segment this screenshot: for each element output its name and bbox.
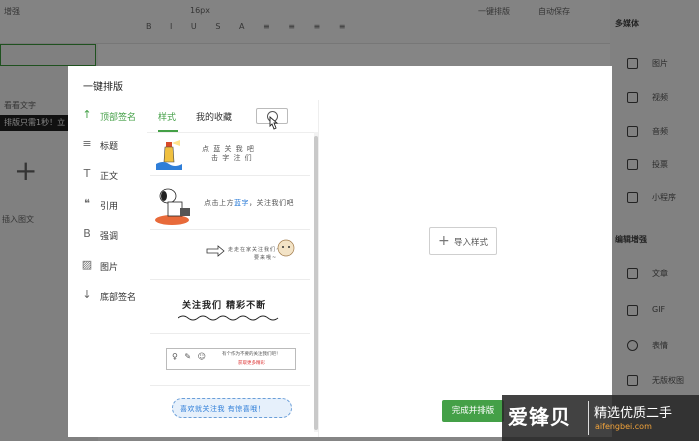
text-icon: T <box>83 167 91 180</box>
wave-decoration-icon <box>178 315 279 321</box>
one-click-layout-dialog: 一键排版 ↑ 顶部签名 ≡ 标题 T 正文 ❝ 引用 B 强调 ▨ 图片 ↓ 底… <box>68 66 612 437</box>
arrow-up-icon: ↑ <box>82 108 92 121</box>
column-divider <box>318 100 319 437</box>
category-body-text[interactable]: T 正文 <box>80 167 150 183</box>
template-text: 击 字 注 们 <box>211 154 253 162</box>
category-emphasis[interactable]: B 强调 <box>80 227 150 243</box>
cartoon-dog-icon <box>277 239 295 257</box>
template-text: 点击上方蓝字，关注我们吧 <box>204 199 294 207</box>
template-item[interactable]: 关注我们 精彩不断 <box>150 282 310 334</box>
template-text: 走走在家关注我们~ <box>228 247 282 253</box>
bold-icon: B <box>83 227 91 240</box>
watermark-url: aifengbei.com <box>595 422 652 431</box>
image-icon: ▨ <box>81 258 93 271</box>
category-title[interactable]: ≡ 标题 <box>80 137 150 153</box>
template-item[interactable]: 点 蓝 关 我 吧 击 字 注 们 <box>150 134 310 176</box>
category-image[interactable]: ▨ 图片 <box>80 258 150 274</box>
import-style-button[interactable]: + 导入样式 <box>429 227 497 255</box>
template-text: 有个作为不要的关注我们吧！ <box>222 352 281 357</box>
finish-and-layout-button[interactable]: 完成并排版 <box>442 400 504 422</box>
dialog-title: 一键排版 <box>83 82 123 93</box>
category-label: 标题 <box>100 142 119 152</box>
template-item[interactable]: 喜欢就关注我 有惊喜哦！ <box>150 388 310 428</box>
pointing-hand-icon <box>206 245 225 257</box>
template-text: 获取更多精彩 <box>238 361 265 366</box>
category-quote[interactable]: ❝ 引用 <box>80 197 150 213</box>
template-item[interactable]: 点击上方蓝字，关注我们吧 <box>150 178 310 230</box>
category-bottom-signature[interactable]: ↓ 底部签名 <box>80 288 150 304</box>
category-label: 底部签名 <box>100 293 137 303</box>
category-label: 正文 <box>100 172 119 182</box>
doodle-icons: ♀ ✎ ☺ <box>172 352 208 361</box>
template-item[interactable]: 走走在家关注我们~ 要来哦~ <box>150 232 310 280</box>
template-item[interactable]: 有个作为不要的关注我们吧！ 获取更多精彩 ♀ ✎ ☺ <box>150 336 310 386</box>
category-label: 引用 <box>100 202 119 212</box>
mouse-cursor-icon <box>269 116 279 130</box>
watermark-brand: 爱锋贝 <box>508 405 571 429</box>
plus-icon: + <box>438 233 450 249</box>
watermark-slogan: 精选优质二手 <box>594 406 673 421</box>
list-icon: ≡ <box>82 137 92 150</box>
category-label: 强调 <box>100 232 119 242</box>
template-text: 喜欢就关注我 有惊喜哦！ <box>180 405 266 413</box>
category-top-signature[interactable]: ↑ 顶部签名 <box>80 108 150 124</box>
template-text: 要来哦~ <box>254 255 278 261</box>
tab-styles[interactable]: 样式 <box>158 110 176 123</box>
lighthouse-icon <box>156 140 182 170</box>
tab-my-favorites[interactable]: 我的收藏 <box>196 110 232 123</box>
template-text: 关注我们 精彩不断 <box>182 301 267 311</box>
watermark: 爱锋贝 精选优质二手 aifengbei.com <box>502 395 699 441</box>
tab-divider <box>147 132 317 133</box>
category-label: 图片 <box>100 263 119 273</box>
watermark-divider <box>588 401 589 435</box>
arrow-down-icon: ↓ <box>82 288 92 301</box>
snoopy-icon <box>155 188 190 225</box>
quote-icon: ❝ <box>84 197 90 210</box>
category-label: 顶部签名 <box>100 113 137 123</box>
import-style-label: 导入样式 <box>454 238 489 248</box>
